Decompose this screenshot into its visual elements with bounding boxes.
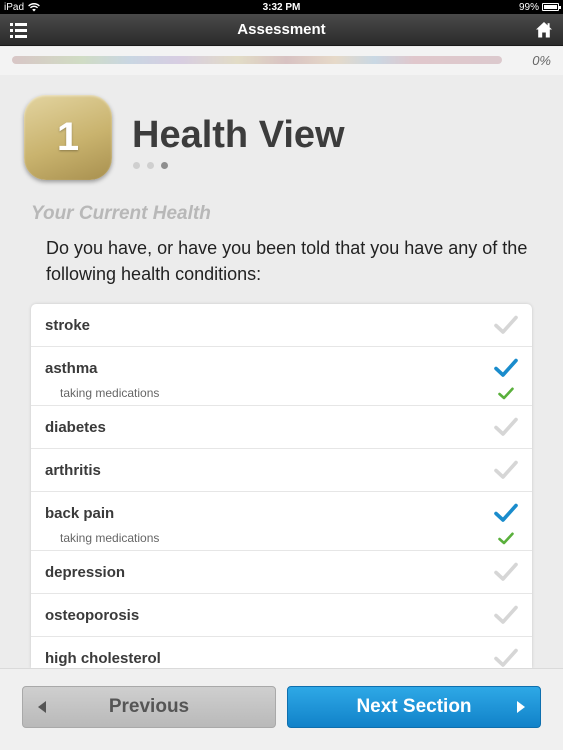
conditions-list: stroke asthma taking medications diabete… [31, 304, 532, 668]
subheading: Your Current Health [31, 203, 211, 224]
arrow-left-icon [38, 701, 46, 713]
condition-sub-row[interactable]: taking medications [31, 526, 532, 550]
previous-button[interactable]: Previous [22, 686, 276, 728]
list-icon[interactable] [10, 22, 28, 38]
condition-row[interactable]: diabetes [31, 406, 532, 449]
battery-percent: 99% [518, 1, 539, 13]
condition-label: diabetes [45, 418, 106, 436]
battery-icon [542, 3, 561, 11]
condition-row[interactable]: osteoporosis [31, 594, 532, 637]
condition-row[interactable]: asthma taking medications [31, 347, 532, 406]
condition-label: arthritis [45, 461, 101, 479]
arrow-right-icon [517, 701, 525, 713]
nav-bar: Assessment [0, 14, 563, 46]
nav-title: Assessment [237, 21, 326, 38]
checkmark-icon[interactable] [494, 460, 518, 480]
checkmark-icon[interactable] [494, 605, 518, 625]
page-dot-active [161, 162, 168, 169]
condition-sub-label: taking medications [60, 386, 160, 400]
condition-row[interactable]: stroke [31, 304, 532, 347]
condition-label: depression [45, 563, 126, 581]
home-icon[interactable] [535, 21, 553, 39]
section-title: Health View [132, 114, 345, 156]
page-dot [133, 162, 140, 169]
checkmark-icon[interactable] [494, 315, 518, 335]
checkmark-icon[interactable] [494, 358, 518, 378]
next-section-button-label: Next Section [356, 696, 472, 717]
condition-label: osteoporosis [45, 606, 140, 624]
condition-row[interactable]: back pain taking medications [31, 492, 532, 551]
progress-bar [12, 56, 502, 64]
status-bar: iPad 3:32 PM 99% [0, 0, 563, 14]
progress-percent: 0% [532, 53, 551, 68]
checkmark-icon[interactable] [494, 417, 518, 437]
condition-sub-row[interactable]: taking medications [31, 381, 532, 405]
device-label: iPad [4, 1, 25, 13]
condition-label: high cholesterol [45, 649, 161, 667]
wifi-icon [28, 2, 40, 11]
condition-sub-label: taking medications [60, 531, 160, 545]
checkmark-icon[interactable] [498, 532, 514, 545]
progress-section: 0% [0, 47, 563, 75]
condition-row[interactable]: high cholesterol [31, 637, 532, 668]
question-text: Do you have, or have you been told that … [46, 238, 528, 284]
condition-row[interactable]: depression [31, 551, 532, 594]
condition-row[interactable]: arthritis [31, 449, 532, 492]
next-section-button[interactable]: Next Section [287, 686, 541, 728]
section-number-badge: 1 [24, 95, 112, 180]
checkmark-icon[interactable] [494, 562, 518, 582]
condition-label: stroke [45, 316, 91, 334]
condition-label: asthma [45, 359, 98, 377]
condition-label: back pain [45, 504, 115, 522]
page-dot [147, 162, 154, 169]
checkmark-icon[interactable] [498, 387, 514, 400]
checkmark-icon[interactable] [494, 503, 518, 523]
page-indicator [133, 162, 168, 169]
checkmark-icon[interactable] [494, 648, 518, 668]
previous-button-label: Previous [108, 696, 190, 717]
clock: 3:32 PM [262, 1, 301, 13]
